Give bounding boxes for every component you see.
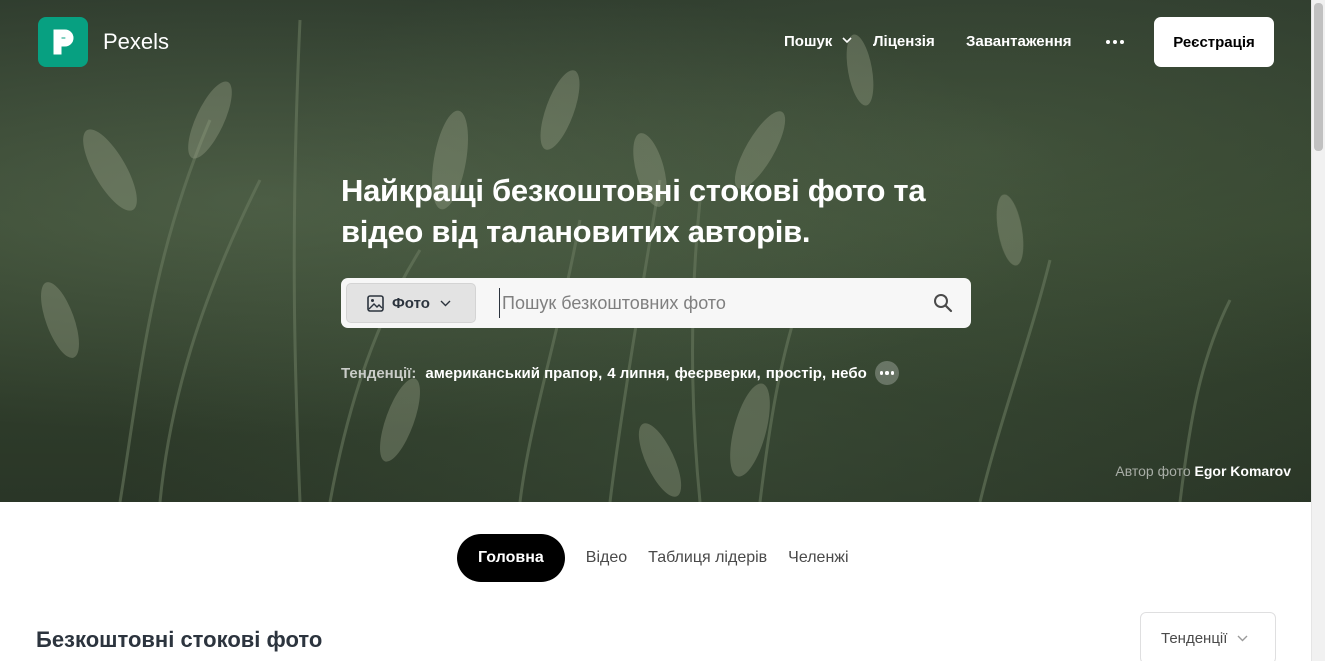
section-title: Безкоштовні стокові фото xyxy=(36,627,323,652)
nav-explore[interactable]: Пошук xyxy=(784,33,853,50)
pexels-logo-icon[interactable] xyxy=(38,17,88,67)
sort-value: Тенденції xyxy=(1161,629,1228,647)
tab-leaderboard[interactable]: Таблиця лідерів xyxy=(648,549,767,567)
more-dots-icon[interactable] xyxy=(1104,32,1126,52)
sort-dropdown[interactable]: Тенденції xyxy=(1140,612,1276,661)
brand-name[interactable]: Pexels xyxy=(103,29,169,55)
nav-explore-label: Пошук xyxy=(784,33,833,50)
image-icon xyxy=(367,294,384,312)
chevron-down-icon xyxy=(842,37,853,44)
hero-headline: Найкращі безкоштовні стокові фото та від… xyxy=(341,173,926,249)
trending-link[interactable]: простір xyxy=(766,365,822,382)
join-button[interactable]: Реєстрація xyxy=(1154,17,1274,67)
trending-separator: , xyxy=(598,364,603,382)
trending-separator: , xyxy=(821,364,827,382)
tab-videos[interactable]: Відео xyxy=(586,549,627,567)
search-type-label: Фото xyxy=(392,294,430,312)
photo-credit: Автор фото Egor Komarov xyxy=(1115,463,1291,479)
tab-home[interactable]: Головна xyxy=(457,534,565,582)
trending-link[interactable]: американський прапор xyxy=(425,365,598,382)
photographer-link[interactable]: Egor Komarov xyxy=(1195,463,1291,479)
search-type-dropdown[interactable]: Фото xyxy=(346,283,476,323)
nav-license[interactable]: Ліцензія xyxy=(873,33,935,50)
photo-credit-label: Автор фото xyxy=(1115,463,1191,479)
chevron-down-icon xyxy=(440,300,451,306)
trending-link[interactable]: небо xyxy=(831,365,867,382)
content-tabs: Головна Відео Таблиця лідерів Челенжі xyxy=(457,534,870,582)
trending-link[interactable]: 4 липня xyxy=(607,365,665,382)
trending-separator: , xyxy=(756,364,761,382)
scrollbar-thumb[interactable] xyxy=(1314,3,1323,151)
tab-challenges[interactable]: Челенжі xyxy=(788,549,848,567)
search-input[interactable] xyxy=(499,288,919,318)
trending-searches: Тенденції: американський прапор, 4 липня… xyxy=(341,361,899,385)
trending-separator: , xyxy=(665,364,670,382)
chevron-down-icon xyxy=(1237,635,1248,641)
search-icon[interactable] xyxy=(933,293,953,313)
nav-upload[interactable]: Завантаження xyxy=(966,33,1072,50)
page-scrollbar[interactable] xyxy=(1311,0,1325,661)
more-dots-icon[interactable] xyxy=(874,361,899,385)
trending-link[interactable]: феєрверки xyxy=(675,365,757,382)
search-bar: Фото xyxy=(341,278,971,328)
trending-label: Тенденції: xyxy=(341,364,417,382)
top-navigation: Pexels Пошук Ліцензія Завантаження Реєст… xyxy=(0,0,1311,86)
hero-banner: Pexels Пошук Ліцензія Завантаження Реєст… xyxy=(0,0,1311,502)
